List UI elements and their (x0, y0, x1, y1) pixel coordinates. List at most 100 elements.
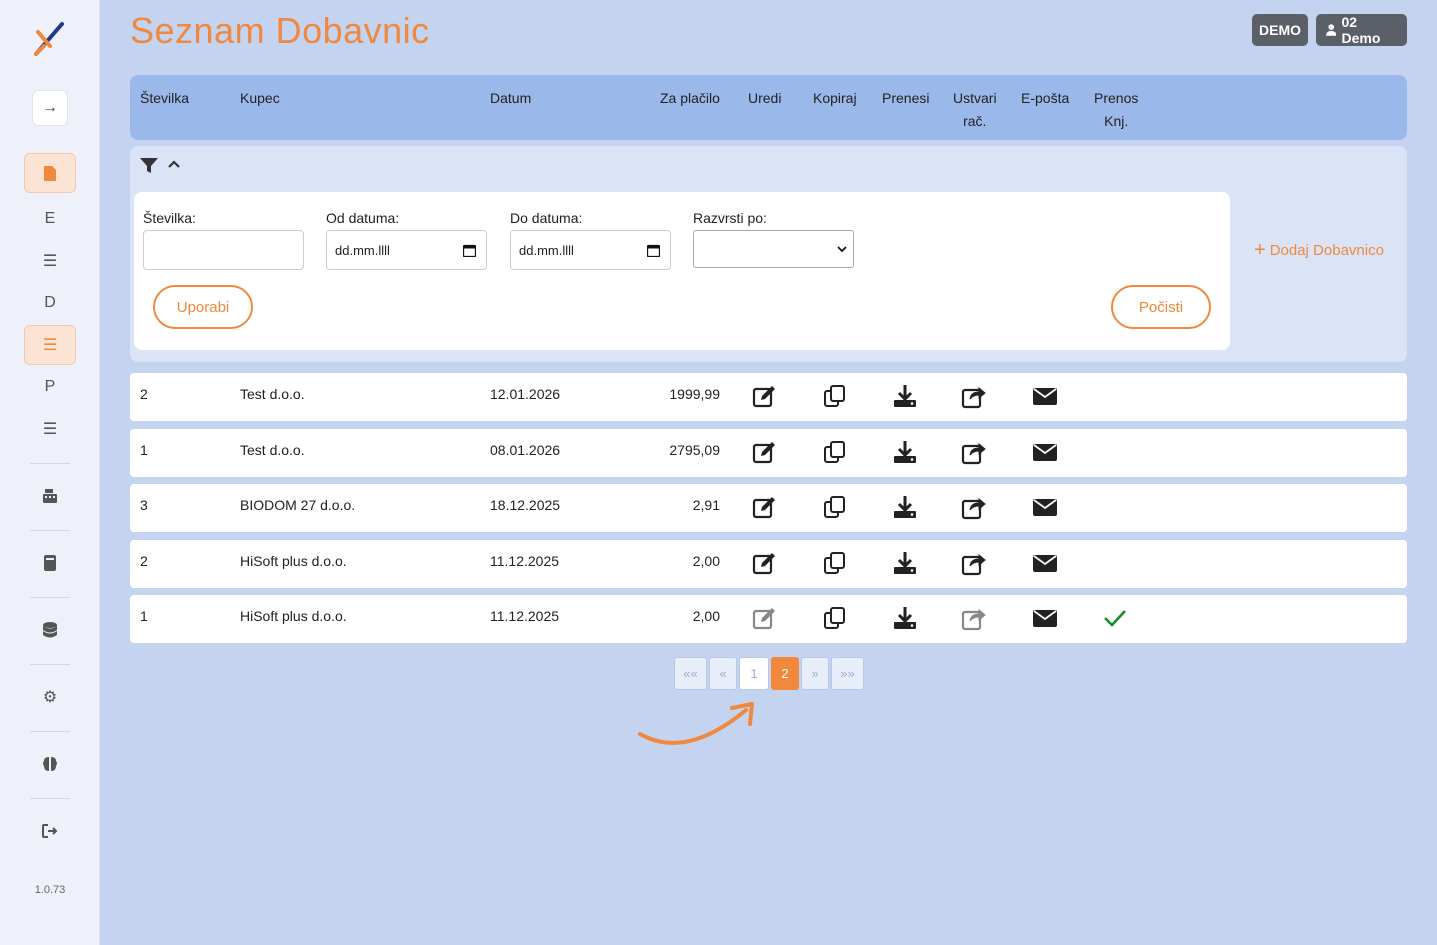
copy-icon[interactable] (822, 383, 848, 409)
col-ustvari-line1: Ustvari (953, 90, 997, 106)
sidebar-item-e[interactable]: E (24, 199, 76, 239)
user-button[interactable]: 02 Demo (1316, 14, 1407, 46)
filter-icon[interactable] (140, 158, 158, 173)
sidebar-item-book[interactable] (24, 543, 76, 583)
list-icon: ☰ (42, 253, 58, 270)
share-icon[interactable] (961, 494, 987, 520)
cell-datum: 11.12.2025 (490, 608, 560, 624)
database-icon (43, 622, 57, 638)
sidebar-item-d[interactable]: D (24, 283, 76, 323)
gear-icon: ⚙ (42, 689, 58, 706)
list-icon: ☰ (42, 421, 58, 438)
pocisti-button[interactable]: Počisti (1111, 285, 1211, 329)
cell-datum: 08.01.2026 (490, 442, 561, 458)
col-prenos-line1: Prenos (1094, 90, 1139, 106)
share-icon (961, 605, 987, 631)
cash-register-icon (43, 489, 57, 503)
sidebar-item-list-3[interactable]: ☰ (24, 409, 76, 449)
cell-stevilka: 1 (140, 442, 148, 458)
sidebar: → E ☰ D ☰ P ☰ ⚙ 1.0.73 (0, 0, 100, 945)
copy-icon[interactable] (822, 550, 848, 576)
edit-icon[interactable] (752, 494, 778, 520)
next-page-button[interactable]: » (801, 657, 829, 690)
col-kupec[interactable]: Kupec (240, 87, 280, 110)
sidebar-item-logout[interactable] (24, 811, 76, 851)
table-row: 1 HiSoft plus d.o.o. 11.12.2025 2,00 (130, 595, 1407, 643)
download-icon[interactable] (892, 605, 918, 631)
first-page-button[interactable]: «« (674, 657, 707, 690)
pagination: «« « 1 2 » »» (674, 657, 864, 690)
copy-icon[interactable] (822, 439, 848, 465)
cell-datum: 18.12.2025 (490, 497, 561, 513)
sidebar-item-list-2[interactable]: ☰ (24, 325, 76, 365)
razvrsti-select[interactable] (693, 230, 854, 268)
edit-icon[interactable] (752, 383, 778, 409)
plus-icon: + (1254, 239, 1266, 261)
cell-za-placilo: 1999,99 (669, 386, 720, 402)
col-stevilka[interactable]: Številka (140, 87, 189, 110)
uporabi-button[interactable]: Uporabi (153, 285, 253, 329)
chevron-up-icon[interactable] (167, 159, 181, 169)
sidebar-item-settings[interactable]: ⚙ (24, 677, 76, 717)
stevilka-input[interactable] (143, 230, 304, 270)
mail-icon[interactable] (1032, 383, 1058, 409)
sidebar-item-cash-register[interactable] (24, 476, 76, 516)
download-icon[interactable] (892, 550, 918, 576)
demo-badge: DEMO (1252, 14, 1308, 46)
sidebar-divider (30, 597, 70, 598)
logout-icon (42, 824, 58, 838)
download-icon[interactable] (892, 383, 918, 409)
od-datuma-placeholder: dd.mm.llll (335, 242, 390, 258)
book-icon (44, 555, 56, 571)
cell-kupec: HiSoft plus d.o.o. (240, 553, 347, 569)
page-1-button[interactable]: 1 (739, 657, 769, 690)
download-icon[interactable] (892, 439, 918, 465)
do-datuma-label: Do datuma: (510, 210, 583, 226)
do-datuma-placeholder: dd.mm.llll (519, 242, 574, 258)
table-row: 1 Test d.o.o. 08.01.2026 2795,09 (130, 429, 1407, 477)
orange-arrow-annotation (638, 702, 754, 745)
sidebar-item-file[interactable] (24, 153, 76, 193)
page-2-button[interactable]: 2 (771, 657, 799, 690)
mail-icon[interactable] (1032, 494, 1058, 520)
col-eposta: E-pošta (1021, 90, 1070, 106)
add-dobavnica-button[interactable]: + Dodaj Dobavnico (1254, 239, 1384, 261)
edit-icon[interactable] (752, 550, 778, 576)
sidebar-divider (30, 664, 70, 665)
last-page-button[interactable]: »» (831, 657, 864, 690)
sidebar-item-database[interactable] (24, 610, 76, 650)
share-icon[interactable] (961, 550, 987, 576)
cell-kupec: HiSoft plus d.o.o. (240, 608, 347, 624)
col-ustvari-line2: rač. (963, 113, 987, 129)
sidebar-item-brain[interactable] (24, 744, 76, 784)
sidebar-letter-p: P (44, 378, 56, 395)
calendar-icon[interactable] (463, 244, 476, 257)
do-datuma-input[interactable]: dd.mm.llll (510, 230, 671, 270)
mail-icon[interactable] (1032, 550, 1058, 576)
app-logo[interactable] (30, 18, 70, 62)
table-row: 2 Test d.o.o. 12.01.2026 1999,99 (130, 373, 1407, 421)
chevron-down-icon (837, 245, 847, 252)
sidebar-divider (30, 530, 70, 531)
sidebar-item-p[interactable]: P (24, 367, 76, 407)
cell-stevilka: 2 (140, 553, 148, 569)
cell-kupec: BIODOM 27 d.o.o. (240, 497, 356, 513)
share-icon[interactable] (961, 383, 987, 409)
expand-sidebar-button[interactable]: → (32, 90, 68, 126)
copy-icon[interactable] (822, 494, 848, 520)
list-icon: ☰ (42, 337, 58, 354)
prev-page-button[interactable]: « (709, 657, 737, 690)
copy-icon[interactable] (822, 605, 848, 631)
user-label: 02 Demo (1341, 14, 1381, 46)
od-datuma-input[interactable]: dd.mm.llll (326, 230, 487, 270)
sidebar-item-list-1[interactable]: ☰ (24, 241, 76, 281)
edit-icon[interactable] (752, 439, 778, 465)
download-icon[interactable] (892, 494, 918, 520)
mail-icon[interactable] (1032, 439, 1058, 465)
col-za-placilo[interactable]: Za plačilo (660, 87, 720, 110)
calendar-icon[interactable] (647, 244, 660, 257)
share-icon[interactable] (961, 439, 987, 465)
col-datum[interactable]: Datum (490, 87, 531, 110)
mail-icon[interactable] (1032, 605, 1058, 631)
sidebar-divider (30, 731, 70, 732)
